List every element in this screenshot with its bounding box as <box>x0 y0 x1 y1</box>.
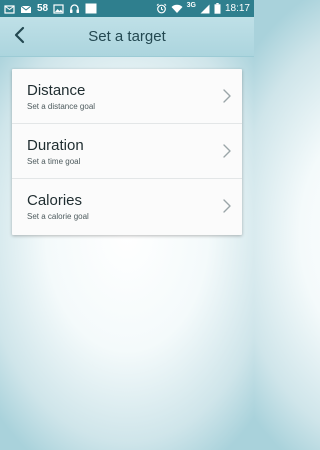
chevron-right-icon <box>223 144 231 158</box>
option-title: Calories <box>27 192 83 209</box>
mail-icon <box>20 0 32 17</box>
option-subtitle: Set a time goal <box>27 157 81 166</box>
network-type: 3G <box>186 2 196 9</box>
status-right: 3G 18:17 <box>156 0 250 17</box>
battery-icon <box>214 0 221 17</box>
clock: 18:17 <box>224 3 250 14</box>
option-title: Distance <box>27 82 86 99</box>
status-left: 58 <box>0 0 97 17</box>
alarm-icon <box>156 0 167 17</box>
target-option-distance[interactable]: Distance Set a distance goal <box>12 69 242 124</box>
signal-icon <box>200 0 210 17</box>
target-options-card: Distance Set a distance goal Duration Se… <box>12 69 242 235</box>
chevron-left-icon <box>13 26 25 49</box>
back-button[interactable] <box>6 23 32 51</box>
app-bar: Set a target <box>0 17 254 57</box>
blank-notification-icon <box>85 0 97 17</box>
target-option-duration[interactable]: Duration Set a time goal <box>12 124 242 179</box>
status-bar: 58 3G 18:17 <box>0 0 254 17</box>
headphones-icon <box>69 0 80 17</box>
option-subtitle: Set a distance goal <box>27 102 96 111</box>
notification-count: 58 <box>37 3 49 14</box>
page-title: Set a target <box>88 28 166 45</box>
option-subtitle: Set a calorie goal <box>27 212 89 221</box>
image-icon <box>53 0 64 17</box>
wifi-icon <box>171 0 183 17</box>
chevron-right-icon <box>223 89 231 103</box>
email-icon <box>4 0 15 17</box>
option-title: Duration <box>27 137 84 154</box>
target-option-calories[interactable]: Calories Set a calorie goal <box>12 179 242 234</box>
chevron-right-icon <box>223 199 231 213</box>
